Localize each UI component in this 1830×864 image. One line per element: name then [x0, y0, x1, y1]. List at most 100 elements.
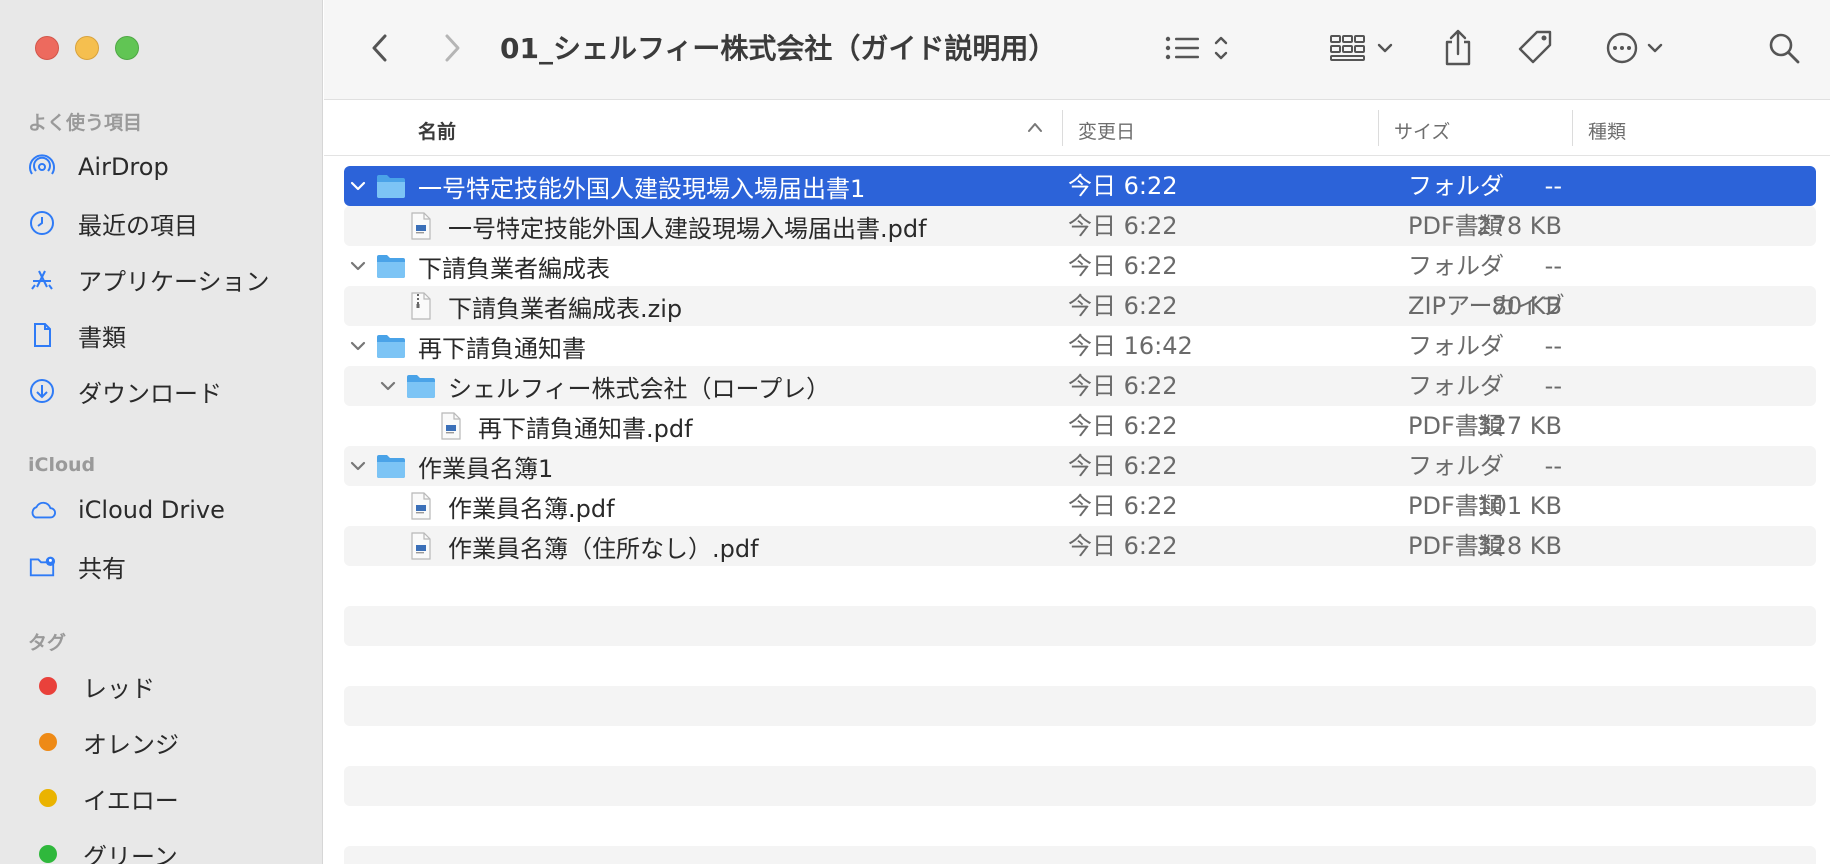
action-menu-button[interactable]: [1604, 26, 1674, 70]
sidebar-item-label: AirDrop: [78, 153, 169, 181]
file-kind: PDF書類: [1408, 532, 1503, 560]
list-view-icon: [1165, 36, 1228, 60]
file-kind: PDF書類: [1408, 412, 1503, 440]
sidebar-tag-yellow[interactable]: イエロー: [28, 776, 179, 820]
folder-icon: [376, 251, 406, 281]
red-tag-icon: [39, 677, 57, 695]
disclosure-chevron-icon[interactable]: [376, 366, 400, 406]
minimize-window-button[interactable]: [75, 36, 99, 60]
file-kind: フォルダ: [1408, 252, 1504, 280]
clock-icon: [28, 208, 64, 238]
modified-date: 今日 6:22: [1068, 532, 1178, 560]
disclosure-chevron-icon[interactable]: [346, 166, 370, 206]
file-size: --: [1544, 372, 1562, 400]
tag-icon: [1518, 30, 1552, 64]
file-row[interactable]: 作業員名簿.pdf 今日 6:22 101 KB PDF書類: [344, 486, 1816, 526]
group-button[interactable]: [1328, 26, 1400, 70]
file-name-cell: 再下請負通知書.pdf: [406, 406, 693, 446]
toolbar: 01_シェルフィー株式会社（ガイド説明用）: [324, 0, 1830, 100]
chevron-right-icon: [445, 34, 460, 62]
sidebar-item-label: オレンジ: [83, 730, 179, 759]
sidebar-item-applications[interactable]: アプリケーション: [28, 257, 270, 301]
file-row[interactable]: 作業員名簿（住所なし）.pdf 今日 6:22 328 KB PDF書類: [344, 526, 1816, 566]
close-window-button[interactable]: [35, 36, 59, 60]
sidebar-tag-red[interactable]: レッド: [28, 664, 155, 708]
folder-row[interactable]: 再下請負通知書 今日 16:42 -- フォルダ: [344, 326, 1816, 366]
sidebar-item-airdrop[interactable]: AirDrop: [28, 145, 169, 189]
folder-row[interactable]: シェルフィー株式会社（ロープレ） 今日 6:22 -- フォルダ: [344, 366, 1816, 406]
file-kind: フォルダ: [1408, 172, 1504, 200]
sidebar-item-label: イエロー: [83, 786, 179, 815]
column-date-header[interactable]: 変更日: [1078, 117, 1135, 144]
modified-date: 今日 16:42: [1068, 332, 1193, 360]
tag-button[interactable]: [1516, 26, 1556, 70]
forward-button[interactable]: [434, 26, 470, 70]
sidebar-item-label: レッド: [83, 674, 155, 703]
file-name-cell: 作業員名簿1: [346, 446, 553, 486]
column-size-header[interactable]: サイズ: [1394, 117, 1450, 144]
sidebar-item-shared[interactable]: 共有: [28, 544, 126, 588]
disclosure-chevron-icon[interactable]: [346, 326, 370, 366]
pdf-file-icon: [406, 531, 436, 561]
window-title: 01_シェルフィー株式会社（ガイド説明用）: [500, 32, 1057, 65]
search-icon: [1769, 33, 1800, 64]
folder-row[interactable]: 作業員名簿1 今日 6:22 -- フォルダ: [344, 446, 1816, 486]
file-row[interactable]: 再下請負通知書.pdf 今日 6:22 327 KB PDF書類: [344, 406, 1816, 446]
back-button[interactable]: [362, 26, 398, 70]
disclosure-chevron-icon[interactable]: [346, 246, 370, 286]
file-name-cell: 作業員名簿.pdf: [376, 486, 615, 526]
sidebar-item-label: 共有: [78, 554, 126, 583]
column-kind-header[interactable]: 種類: [1588, 117, 1626, 144]
modified-date: 今日 6:22: [1068, 212, 1178, 240]
file-row[interactable]: 下請負業者編成表.zip 今日 6:22 80 KB ZIPアーカイブ: [344, 286, 1816, 326]
empty-row: [344, 606, 1816, 646]
folder-row[interactable]: 下請負業者編成表 今日 6:22 -- フォルダ: [344, 246, 1816, 286]
view-options-button[interactable]: [1162, 26, 1242, 70]
column-divider[interactable]: [1572, 110, 1573, 146]
sort-ascending-icon: [1028, 123, 1042, 132]
file-name: 下請負業者編成表.zip: [448, 294, 683, 323]
sidebar-item-icloud-drive[interactable]: iCloud Drive: [28, 488, 225, 532]
file-name: 一号特定技能外国人建設現場入場届出書.pdf: [448, 214, 927, 243]
column-divider[interactable]: [1378, 110, 1379, 146]
pdf-file-icon: [436, 411, 466, 441]
group-grid-icon: [1330, 35, 1393, 61]
sidebar-tag-orange[interactable]: オレンジ: [28, 720, 179, 764]
disclosure-chevron-icon[interactable]: [346, 446, 370, 486]
pdf-file-icon: [406, 491, 436, 521]
file-list: 一号特定技能外国人建設現場入場届出書1 今日 6:22 -- フォルダ一号特定技能外国…: [344, 166, 1816, 566]
modified-date: 今日 6:22: [1068, 492, 1178, 520]
sidebar-item-recents[interactable]: 最近の項目: [28, 201, 198, 245]
sidebar-tag-green[interactable]: グリーン: [28, 832, 178, 864]
column-divider[interactable]: [1062, 110, 1063, 146]
share-button[interactable]: [1438, 26, 1478, 70]
file-name: 作業員名簿1: [418, 454, 554, 483]
file-name-cell: 下請負業者編成表.zip: [376, 286, 682, 326]
folder-icon: [376, 331, 406, 361]
sidebar-item-downloads[interactable]: ダウンロード: [28, 369, 222, 413]
file-name: 再下請負通知書: [418, 334, 586, 363]
modified-date: 今日 6:22: [1068, 372, 1178, 400]
file-name: 下請負業者編成表: [418, 254, 610, 283]
zoom-window-button[interactable]: [115, 36, 139, 60]
modified-date: 今日 6:22: [1068, 412, 1178, 440]
sidebar: よく使う項目 AirDrop 最近の項目 アプリケーション 書類 ダウンロード …: [0, 0, 323, 864]
empty-row: [344, 766, 1816, 806]
file-row[interactable]: 一号特定技能外国人建設現場入場届出書.pdf 今日 6:22 278 KB PDF書類: [344, 206, 1816, 246]
chevron-left-icon: [372, 34, 387, 62]
sidebar-item-label: ダウンロード: [78, 379, 222, 408]
file-name-cell: 再下請負通知書: [346, 326, 586, 366]
search-button[interactable]: [1762, 26, 1806, 70]
file-size: --: [1544, 252, 1562, 280]
file-kind: PDF書類: [1408, 492, 1503, 520]
file-kind: PDF書類: [1408, 212, 1503, 240]
folder-icon: [376, 171, 406, 201]
folder-row[interactable]: 一号特定技能外国人建設現場入場届出書1 今日 6:22 -- フォルダ: [344, 166, 1816, 206]
sidebar-item-documents[interactable]: 書類: [28, 313, 126, 357]
column-name-header[interactable]: 名前: [418, 117, 456, 144]
pdf-file-icon: [406, 211, 436, 241]
